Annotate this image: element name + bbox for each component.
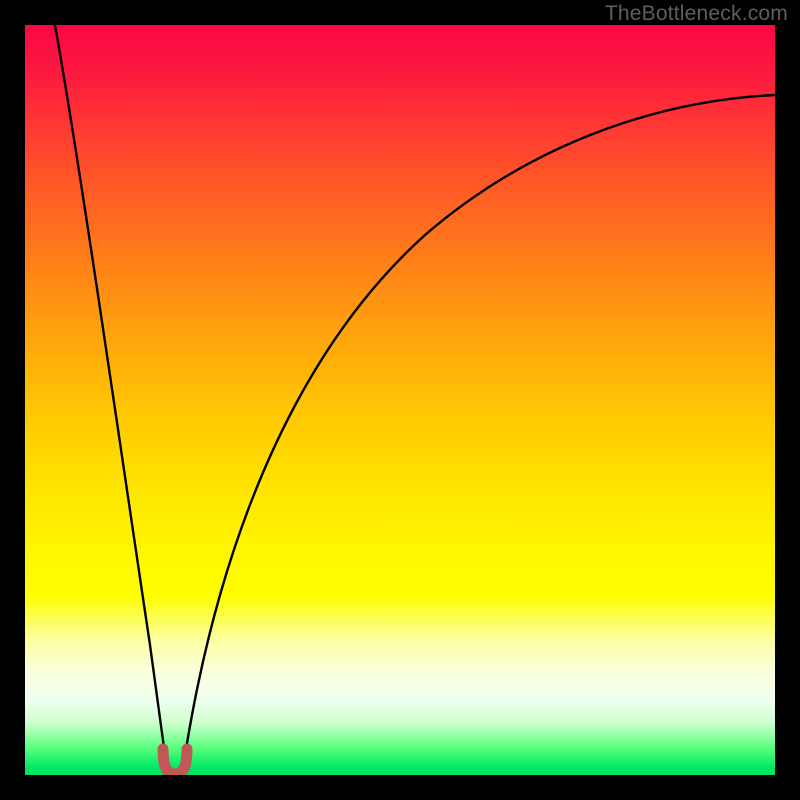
chart-frame: TheBottleneck.com — [0, 0, 800, 800]
curve-left-branch — [55, 25, 165, 755]
curve-right-branch — [185, 95, 775, 755]
watermark-text: TheBottleneck.com — [605, 2, 788, 26]
valley-knot-icon — [163, 749, 187, 774]
plot-area — [25, 25, 775, 775]
bottleneck-curve — [25, 25, 775, 775]
